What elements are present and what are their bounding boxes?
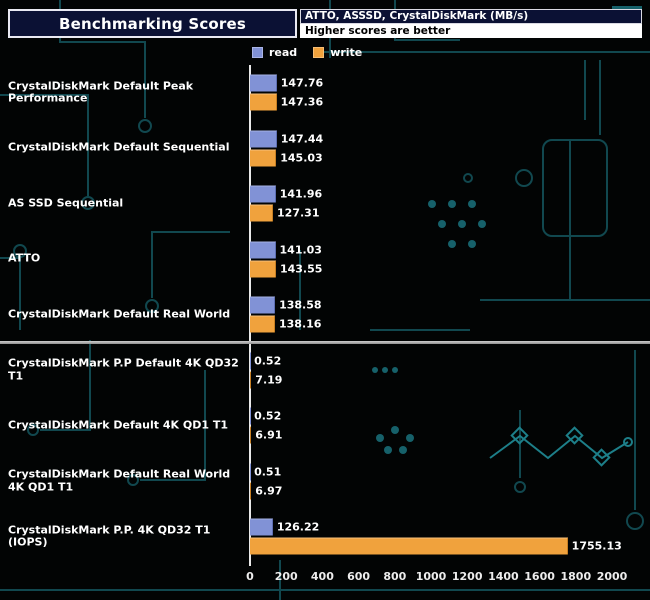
- chart-row: AS SSD Sequential 141.96 127.31: [0, 176, 650, 232]
- x-tick-label: 400: [311, 570, 334, 583]
- category-label: AS SSD Sequential: [8, 197, 246, 210]
- bar-group: 141.03 143.55: [250, 240, 322, 279]
- read-bar: [250, 75, 277, 92]
- write-value-label: 6.97: [255, 484, 282, 497]
- legend-read-swatch: [252, 47, 263, 58]
- write-bar: [250, 260, 276, 277]
- write-bar: [250, 427, 251, 444]
- chart-title: Benchmarking Scores: [59, 15, 246, 33]
- category-label: CrystalDiskMark Default 4K QD1 T1: [8, 419, 246, 432]
- legend-read-label: read: [269, 46, 297, 59]
- write-bar: [250, 371, 251, 388]
- x-tick-label: 800: [383, 570, 406, 583]
- write-value-label: 6.91: [255, 429, 282, 442]
- write-bar: [250, 538, 568, 555]
- write-value-label: 145.03: [280, 151, 322, 164]
- legend: read write: [252, 46, 362, 59]
- chart-row: ATTO 141.03 143.55: [0, 232, 650, 288]
- bar-group: 0.52 7.19: [250, 351, 282, 390]
- x-tick-label: 1800: [560, 570, 591, 583]
- write-value-label: 1755.13: [572, 540, 622, 553]
- x-axis: 0 200 400 600 800 1000 1200 1400 1600 1800 2000: [0, 570, 650, 586]
- x-tick-label: 1400: [488, 570, 519, 583]
- bar-group: 0.51 6.97: [250, 462, 282, 501]
- chart-row: CrystalDiskMark Default Peak Performance…: [0, 65, 650, 121]
- x-tick-label: 1200: [452, 570, 483, 583]
- read-value-label: 141.96: [280, 188, 322, 201]
- x-tick-label: 200: [275, 570, 298, 583]
- read-value-label: 126.22: [277, 521, 319, 534]
- read-value-label: 0.52: [254, 354, 281, 367]
- x-tick-label: 600: [347, 570, 370, 583]
- chart-row: CrystalDiskMark Default 4K QD1 T1 0.52 6.9…: [0, 398, 650, 454]
- read-value-label: 138.58: [279, 299, 321, 312]
- x-tick-label: 1600: [524, 570, 555, 583]
- read-value-label: 0.52: [254, 410, 281, 423]
- category-label: ATTO: [8, 253, 246, 266]
- read-value-label: 0.51: [254, 465, 281, 478]
- chart-row: CrystalDiskMark P.P. 4K QD32 T1 (IOPS)12…: [0, 509, 650, 565]
- chart-subtitle-note: Higher scores are better: [300, 24, 642, 38]
- category-label: CrystalDiskMark Default Sequential: [8, 142, 246, 155]
- legend-write-swatch: [313, 47, 324, 58]
- bar-group: 147.44 145.03: [250, 129, 323, 168]
- read-value-label: 141.03: [280, 243, 322, 256]
- write-bar: [250, 205, 273, 222]
- bar-group: 147.76 147.36: [250, 73, 323, 112]
- chart-row: CrystalDiskMark P.P Default 4K QD32 T10.…: [0, 343, 650, 399]
- x-tick-label: 2000: [597, 570, 628, 583]
- chart-rows: CrystalDiskMark Default Peak Performance…: [0, 65, 650, 565]
- section-separator: [0, 341, 650, 344]
- legend-write-label: write: [330, 46, 362, 59]
- read-bar: [250, 297, 275, 314]
- category-label: CrystalDiskMark Default Real World: [8, 308, 246, 321]
- write-value-label: 7.19: [255, 373, 282, 386]
- read-value-label: 147.76: [281, 77, 323, 90]
- category-label: CrystalDiskMark Default Real World 4K QD…: [8, 469, 246, 494]
- write-bar: [250, 149, 276, 166]
- chart-row: CrystalDiskMark Default Real World 4K QD…: [0, 454, 650, 510]
- category-label: CrystalDiskMark P.P Default 4K QD32 T1: [8, 358, 246, 383]
- category-label: CrystalDiskMark Default Peak Performance: [8, 80, 246, 105]
- bar-group: 141.96 127.31: [250, 184, 322, 223]
- write-value-label: 138.16: [279, 318, 321, 331]
- read-value-label: 147.44: [281, 132, 323, 145]
- chart-title-box: Benchmarking Scores: [8, 9, 297, 38]
- x-tick-label: 0: [246, 570, 254, 583]
- bar-group: 0.52 6.91: [250, 406, 282, 445]
- write-bar: [250, 482, 251, 499]
- write-bar: [250, 94, 277, 111]
- x-tick-label: 1000: [416, 570, 447, 583]
- read-bar: [250, 519, 273, 536]
- read-bar: [250, 241, 276, 258]
- chart-subtitle-benchmarks: ATTO, ASSSD, CrystalDiskMark (MB/s): [300, 9, 642, 24]
- write-value-label: 127.31: [277, 207, 319, 220]
- chart-subtitle-box: ATTO, ASSSD, CrystalDiskMark (MB/s) High…: [300, 9, 642, 38]
- bar-group: 138.58 138.16: [250, 295, 322, 334]
- chart-row: CrystalDiskMark Default Real World 138.58…: [0, 287, 650, 343]
- write-value-label: 143.55: [280, 262, 322, 275]
- write-bar: [250, 316, 275, 333]
- read-bar: [250, 130, 277, 147]
- chart-row: CrystalDiskMark Default Sequential 147.44…: [0, 121, 650, 177]
- bar-group: 126.22 1755.13: [250, 517, 622, 556]
- category-label: CrystalDiskMark P.P. 4K QD32 T1 (IOPS): [8, 524, 246, 549]
- write-value-label: 147.36: [281, 96, 323, 109]
- read-bar: [250, 186, 276, 203]
- benchmark-chart: Benchmarking Scores ATTO, ASSSD, Crystal…: [0, 0, 650, 600]
